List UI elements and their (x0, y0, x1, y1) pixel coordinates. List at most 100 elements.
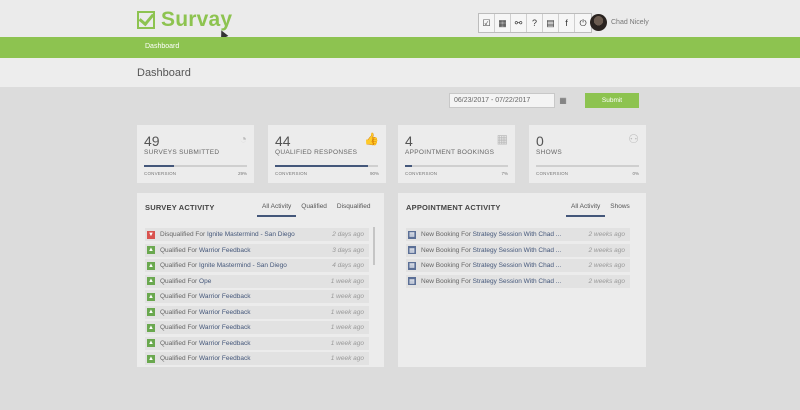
thumbs-up-icon: ▲ (147, 277, 155, 285)
thumbs-down-icon: ▼ (147, 230, 155, 239)
list-item[interactable]: ▦ New Booking For Strategy Session With C… (406, 228, 630, 241)
activity-status: Qualified For (160, 293, 198, 300)
activity-link[interactable]: Warrior Feedback (199, 324, 250, 331)
checkbox-icon[interactable]: ☑ (479, 14, 495, 32)
activity-link[interactable]: Ignite Mastermind - San Diego (199, 262, 287, 269)
appointment-activity-panel: APPOINTMENT ACTIVITY All Activity Shows ▦… (398, 193, 646, 367)
calendar-icon[interactable]: ▦ (557, 94, 569, 107)
main-nav: Dashboard (0, 37, 800, 58)
stat-card: 44 QUALIFIED RESPONSES 👍 CONVERSION 90% (268, 125, 386, 183)
list-item[interactable]: ▦ New Booking For Strategy Session With C… (406, 243, 630, 257)
user-name[interactable]: Chad Nicely (611, 19, 649, 26)
stat-label: QUALIFIED RESPONSES (275, 149, 358, 156)
activity-link[interactable]: Warrior Feedback (199, 293, 250, 300)
conversion-bar (144, 165, 247, 167)
calendar-icon: ▦ (408, 277, 416, 285)
logo-text: Survay (161, 8, 233, 31)
activity-time: 1 week ago (330, 293, 364, 300)
conversion-percent: 29% (237, 171, 247, 176)
conversion-label: CONVERSION (405, 171, 438, 176)
tab-disqualified[interactable]: Disqualified (332, 203, 376, 217)
thumbs-up-icon: ▲ (147, 246, 155, 254)
activity-link[interactable]: Warrior Feedback (199, 309, 250, 316)
conversion-bar (536, 165, 639, 167)
list-item[interactable]: ▲ Qualified For Warrior Feedback 3 days ag… (145, 243, 369, 257)
activity-link[interactable]: Warrior Feedback (199, 340, 250, 347)
list-item[interactable]: ▲ Qualified For Warrior Feedback 1 week ag… (145, 290, 369, 303)
facebook-icon[interactable]: f (559, 14, 575, 32)
activity-text: Qualified For Warrior Feedback (160, 293, 250, 300)
conversion-label: CONVERSION (536, 171, 569, 176)
activity-link[interactable]: Strategy Session With Chad ... (473, 262, 562, 269)
user-icon: ⚇ (628, 132, 639, 146)
calendar-icon: ▦ (496, 132, 508, 146)
activity-link[interactable]: Warrior Feedback (199, 247, 250, 254)
activity-link[interactable]: Strategy Session With Chad ... (473, 231, 562, 238)
activity-link[interactable]: Ope (199, 278, 211, 285)
tab-qualified[interactable]: Qualified (296, 203, 332, 217)
activity-time: 1 week ago (330, 355, 364, 362)
list-item[interactable]: ▲ Qualified For Warrior Feedback 1 week ag… (145, 352, 369, 365)
page-title: Dashboard (137, 67, 191, 79)
conversion-label: CONVERSION (275, 171, 308, 176)
activity-time: 2 days ago (332, 231, 364, 238)
activity-time: 4 days ago (332, 262, 364, 269)
list-item[interactable]: ▲ Qualified For Ope 1 week ago (145, 274, 369, 288)
activity-link[interactable]: Ignite Mastermind - San Diego (207, 231, 295, 238)
conversion-bar (405, 165, 508, 167)
survey-activity-tabs: All Activity Qualified Disqualified (257, 203, 376, 217)
conversion-percent: 7% (501, 171, 508, 176)
scrollbar[interactable] (373, 227, 375, 265)
activity-status: Qualified For (160, 355, 198, 362)
conversion-bar (275, 165, 378, 167)
activity-link[interactable]: Warrior Feedback (199, 355, 250, 362)
appointment-activity-tabs: All Activity Shows (566, 203, 635, 217)
tab-all-activity[interactable]: All Activity (257, 203, 297, 217)
stat-card: 4 APPOINTMENT BOOKINGS ▦ CONVERSION 7% (398, 125, 515, 183)
activity-text: New Booking For Strategy Session With Ch… (421, 231, 561, 238)
activity-status: Qualified For (160, 246, 198, 254)
list-item[interactable]: ▲ Qualified For Ignite Mastermind - San D… (145, 259, 369, 272)
list-item[interactable]: ▲ Qualified For Warrior Feedback 1 week ag… (145, 321, 369, 334)
calendar-icon: ▦ (408, 261, 416, 270)
activity-status: New Booking For (421, 231, 471, 238)
avatar[interactable] (590, 14, 607, 31)
help-icon[interactable]: ? (527, 14, 543, 32)
activity-text: New Booking For Strategy Session With Ch… (421, 262, 561, 269)
activity-link[interactable]: Strategy Session With Chad ... (473, 247, 562, 254)
top-header: Survay ☑ ▦ ⚯? ▤ f ⏻ Chad Nicely (0, 0, 800, 40)
activity-status: Qualified For (160, 277, 198, 285)
activity-time: 2 weeks ago (588, 262, 626, 269)
activity-text: Qualified For Warrior Feedback (160, 309, 250, 316)
activity-time: 1 week ago (330, 308, 364, 316)
tab-all-activity[interactable]: All Activity (566, 203, 606, 217)
link-icon[interactable]: ⚯ (511, 14, 527, 32)
list-item[interactable]: ▼ Disqualified For Ignite Mastermind - Sa… (145, 228, 369, 241)
logo[interactable]: Survay (137, 8, 232, 32)
date-range-input[interactable] (449, 93, 555, 108)
tab-shows[interactable]: Shows (605, 203, 635, 217)
list-item[interactable]: ▦ New Booking For Strategy Session With C… (406, 259, 630, 272)
submit-button[interactable]: Submit (585, 93, 639, 108)
list-item[interactable]: ▲ Qualified For Warrior Feedback 1 week ag… (145, 305, 369, 319)
stat-card: 0 SHOWS ⚇ CONVERSION 0% (529, 125, 646, 183)
nav-item-dashboard[interactable]: Dashboard (145, 43, 179, 50)
thumbs-up-icon: ▲ (147, 339, 155, 347)
header-toolbar: ☑ ▦ ⚯? ▤ f ⏻ (478, 13, 592, 33)
activity-time: 1 week ago (330, 339, 364, 347)
activity-time: 1 week ago (330, 277, 364, 285)
activity-link[interactable]: Strategy Session With Chad ... (473, 278, 562, 285)
conversion-label: CONVERSION (144, 171, 177, 176)
activity-text: Disqualified For Ignite Mastermind - San… (160, 231, 295, 238)
stat-label: SURVEYS SUBMITTED (144, 149, 220, 156)
power-icon[interactable]: ⏻ (575, 14, 591, 32)
activity-text: Qualified For Warrior Feedback (160, 247, 250, 254)
book-icon[interactable]: ▤ (543, 14, 559, 32)
activity-text: New Booking For Strategy Session With Ch… (421, 278, 561, 285)
calendar-icon[interactable]: ▦ (495, 14, 511, 32)
list-item[interactable]: ▦ New Booking For Strategy Session With C… (406, 274, 630, 288)
activity-status: Qualified For (160, 262, 198, 269)
list-item[interactable]: ▲ Qualified For Warrior Feedback 1 week ag… (145, 336, 369, 350)
panel-title: APPOINTMENT ACTIVITY (406, 203, 501, 212)
survey-activity-panel: SURVEY ACTIVITY All Activity Qualified Dis… (137, 193, 384, 367)
